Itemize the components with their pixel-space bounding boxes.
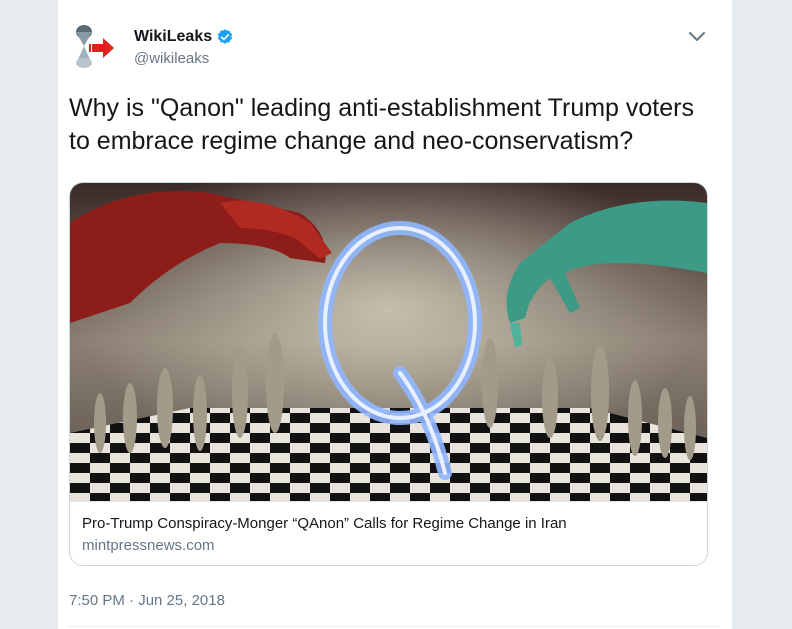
chevron-down-icon[interactable] xyxy=(688,30,706,44)
tweet-text: Why is "Qanon" leading anti-establishmen… xyxy=(69,94,694,155)
display-name[interactable]: WikiLeaks xyxy=(134,28,212,46)
handle[interactable]: @wikileaks xyxy=(134,50,234,67)
verified-badge-icon xyxy=(216,28,234,46)
author-block[interactable]: WikiLeaks @wikileaks xyxy=(134,28,234,67)
tweet-container: WikiLeaks @wikileaks Why is "Qanon" lead… xyxy=(58,0,732,629)
card-body[interactable]: Pro-Trump Conspiracy-Monger “QAnon” Call… xyxy=(70,501,707,565)
avatar[interactable] xyxy=(70,20,122,72)
card-image[interactable] xyxy=(70,183,707,501)
card-title[interactable]: Pro-Trump Conspiracy-Monger “QAnon” Call… xyxy=(82,515,567,532)
display-name-row[interactable]: WikiLeaks xyxy=(134,28,234,46)
wikileaks-logo-icon xyxy=(76,25,114,68)
q-chessboard-illustration xyxy=(70,183,707,501)
card-domain[interactable]: mintpressnews.com xyxy=(82,537,215,554)
tweet-timestamp[interactable]: 7:50 PM · Jun 25, 2018 xyxy=(69,592,225,609)
divider xyxy=(69,626,720,627)
link-card[interactable]: Pro-Trump Conspiracy-Monger “QAnon” Call… xyxy=(69,182,708,566)
